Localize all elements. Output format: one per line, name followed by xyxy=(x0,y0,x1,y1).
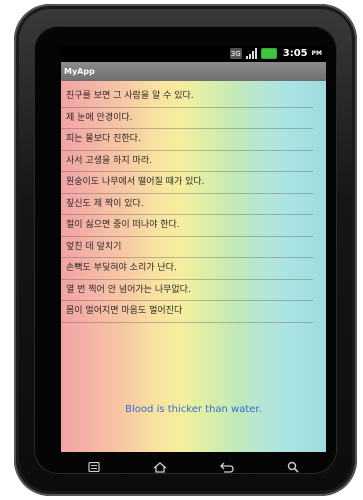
network-label: 3G xyxy=(230,49,241,58)
back-button[interactable] xyxy=(212,455,242,479)
list-item[interactable]: 원숭이도 나무에서 떨어질 때가 있다. xyxy=(61,172,313,194)
list-item-label: 절이 싫으면 중이 떠나야 한다. xyxy=(66,220,180,230)
list-item-label: 짚신도 제 짝이 있다. xyxy=(66,198,144,209)
list-item-label: 열 번 찍어 안 넘어가는 나무없다. xyxy=(66,284,191,295)
list-item[interactable]: 사서 고생을 하지 마라. xyxy=(61,151,313,172)
app-title-bar: MyApp xyxy=(61,62,326,81)
signal-icon xyxy=(245,48,257,59)
list-item-label: 원숭이도 나무에서 떨어질 때가 있다. xyxy=(66,177,205,187)
list-item[interactable]: 몸이 멀어지면 마음도 멀어진다 xyxy=(61,301,313,323)
proverb-list: 친구를 보면 그 사람을 알 수 있다. 제 눈에 안경이다. 피는 물보다 진… xyxy=(61,86,326,323)
search-icon xyxy=(287,461,299,473)
search-button[interactable] xyxy=(278,455,308,479)
navigation-bar xyxy=(61,452,326,482)
list-item-label: 제 눈에 안경이다. xyxy=(66,112,133,123)
home-icon xyxy=(153,461,167,473)
list-item-label: 피는 물보다 진한다. xyxy=(66,134,141,144)
back-icon xyxy=(219,462,234,473)
menu-icon xyxy=(88,462,100,472)
network-3g-icon: 3G xyxy=(229,48,242,59)
translation-text: Blood is thicker than water. xyxy=(125,404,262,415)
list-item[interactable]: 제 눈에 안경이다. xyxy=(61,108,313,129)
list-item-label: 몸이 멀어지면 마음도 멀어진다 xyxy=(66,306,183,316)
content-area: 친구를 보면 그 사람을 알 수 있다. 제 눈에 안경이다. 피는 물보다 진… xyxy=(61,81,326,452)
home-button[interactable] xyxy=(145,455,175,479)
list-item-label: 엎친 데 덮치기 xyxy=(66,241,122,252)
list-item[interactable]: 친구를 보면 그 사람을 알 수 있다. xyxy=(61,86,313,108)
list-item-label: 손뼉도 부딪혀야 소리가 난다. xyxy=(66,263,177,273)
list-item-label: 친구를 보면 그 사람을 알 수 있다. xyxy=(66,91,194,101)
app-title: MyApp xyxy=(64,67,95,76)
list-item[interactable]: 엎친 데 덮치기 xyxy=(61,237,313,258)
list-item[interactable]: 절이 싫으면 중이 떠나야 한다. xyxy=(61,215,313,237)
status-bar: 3G 3:05 PM xyxy=(61,45,326,62)
list-item[interactable]: 손뼉도 부딪혀야 소리가 난다. xyxy=(61,258,313,280)
list-item[interactable]: 짚신도 제 짝이 있다. xyxy=(61,194,313,215)
battery-icon xyxy=(260,48,277,59)
list-item-label: 사서 고생을 하지 마라. xyxy=(66,155,152,166)
status-time: 3:05 xyxy=(282,48,308,59)
menu-button[interactable] xyxy=(79,455,109,479)
list-item[interactable]: 피는 물보다 진한다. xyxy=(61,129,313,151)
device-screen: 3G 3:05 PM MyApp 친구를 보면 그 사람을 알 수 있다. 제 … xyxy=(61,45,326,452)
list-item[interactable]: 열 번 찍어 안 넘어가는 나무없다. xyxy=(61,280,313,301)
status-ampm: PM xyxy=(311,50,322,57)
